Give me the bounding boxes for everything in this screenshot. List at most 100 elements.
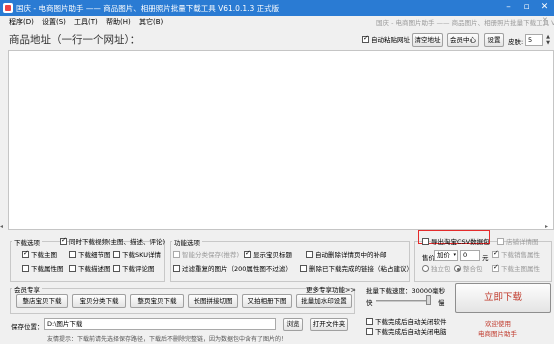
- review-image-label: 下载评论图: [122, 265, 155, 273]
- checkbox-icon: [422, 238, 429, 245]
- batch-watermark-button[interactable]: 批量加水印设置: [296, 294, 352, 308]
- window-title: 国庆 - 电商图片助手 —— 商品图片、相册照片批量下载工具 V61.0.1.3…: [16, 4, 280, 13]
- desc-image-label: 下载描述图: [78, 265, 111, 273]
- menu-help[interactable]: 帮助(H): [106, 17, 131, 27]
- detail-image-label: 下载细节图: [78, 251, 111, 259]
- settings-button[interactable]: 设置: [484, 33, 504, 47]
- auto-close-software-label: 下载完成后自动关闭软件: [375, 318, 447, 326]
- radio-icon: [454, 265, 461, 272]
- standalone-radio[interactable]: 独立包: [422, 265, 451, 274]
- title-bar: 国庆 - 电商图片助手 —— 商品图片、相册照片批量下载工具 V61.0.1.3…: [0, 0, 554, 16]
- more-features-link[interactable]: 更多专享功能>>: [306, 284, 356, 294]
- auto-shutdown-checkbox[interactable]: 下载完成后自动关闭电脑: [366, 328, 447, 337]
- url-textarea[interactable]: [8, 50, 554, 230]
- smart-classify-checkbox[interactable]: 智能分类保存(推荐): [173, 251, 239, 260]
- auto-delete-hints-checkbox[interactable]: 自动删除详情页中的补邮: [306, 251, 387, 260]
- scroll-left-icon[interactable]: ◂: [0, 223, 8, 230]
- feature-options-group: [170, 241, 410, 282]
- export-csv-checkbox[interactable]: 导出淘宝CSV数据包: [422, 238, 490, 247]
- filter-duplicates-checkbox[interactable]: 过滤重复的图片（200属性图不过滤）: [173, 265, 292, 274]
- scroll-right-icon[interactable]: ▸: [545, 223, 553, 230]
- youpai-album-button[interactable]: 又拍相册下图: [242, 294, 292, 308]
- checkbox-icon: [497, 238, 504, 245]
- sync-video-checkbox[interactable]: 同时下载视频(主图、描述、评论): [60, 236, 166, 247]
- price-unit: 元: [482, 254, 489, 262]
- delete-downloaded-checkbox[interactable]: 删除已下载完成的链接（粘占建议）: [300, 265, 413, 274]
- long-image-split-button[interactable]: 长图拼接切图: [188, 294, 238, 308]
- checkbox-icon: [366, 328, 373, 335]
- whole-page-download-button[interactable]: 整页宝贝下载: [130, 294, 184, 308]
- sku-detail-checkbox[interactable]: 下载SKU详情: [113, 251, 161, 260]
- dropdown-arrow-icon: ▾: [453, 252, 456, 258]
- member-tools-title: 会员专享: [12, 284, 42, 294]
- menu-program[interactable]: 程序(D): [9, 17, 34, 27]
- skin-spinner[interactable]: 5: [525, 34, 543, 46]
- app-logo-icon: [3, 3, 13, 13]
- save-location-label: 保存位置：: [11, 323, 44, 331]
- category-download-button[interactable]: 宝贝分类下载: [72, 294, 126, 308]
- checkbox-icon: [362, 34, 369, 43]
- sales-detail-checkbox[interactable]: 店铺详情图: [497, 238, 539, 247]
- checkbox-icon: [69, 251, 76, 258]
- attribute-image-checkbox[interactable]: 下载属性图: [22, 265, 64, 274]
- minimize-icon[interactable]: –: [500, 1, 517, 14]
- checkbox-icon: [300, 265, 307, 272]
- price-mode-select[interactable]: 加价 ▾: [434, 250, 458, 261]
- show-title-label: 显示宝贝标题: [253, 251, 292, 259]
- price-value: 0: [463, 251, 468, 259]
- checkbox-icon: [492, 249, 499, 258]
- promo-line2: 电商图片助手: [478, 330, 517, 338]
- ghost-close-icon: ✕: [542, 16, 548, 24]
- show-title-checkbox[interactable]: 显示宝贝标题: [244, 249, 292, 260]
- smart-classify-label: 智能分类保存(推荐): [182, 251, 240, 259]
- ghost-title: 国庆 - 电商图片助手 —— 商品图片、相册照片批量下载工具 V61: [376, 19, 554, 27]
- checkbox-icon: [173, 251, 180, 258]
- checkbox-icon: [113, 251, 120, 258]
- menu-tools[interactable]: 工具(T): [74, 17, 98, 27]
- main-image-label: 下载主图: [31, 251, 57, 259]
- main-attr-checkbox[interactable]: 下载主图属性: [492, 263, 540, 274]
- clear-url-button[interactable]: 清空地址: [412, 33, 443, 47]
- checkbox-icon: [22, 265, 29, 272]
- auto-shutdown-label: 下载完成后自动关闭电脑: [375, 328, 447, 336]
- auto-paste-checkbox[interactable]: 自动粘贴网址: [362, 34, 410, 45]
- close-icon[interactable]: ✕: [536, 1, 553, 14]
- checkbox-icon: [113, 265, 120, 272]
- skin-value: 5: [528, 36, 533, 44]
- radio-icon: [422, 265, 429, 272]
- auto-close-software-checkbox[interactable]: 下载完成后自动关闭软件: [366, 318, 447, 327]
- whole-store-download-button[interactable]: 整店宝贝下载: [16, 294, 68, 308]
- detail-image-checkbox[interactable]: 下载细节图: [69, 251, 111, 260]
- price-input[interactable]: 0: [460, 250, 480, 261]
- open-folder-button[interactable]: 打开文件夹: [310, 318, 348, 331]
- filter-duplicates-label: 过滤重复的图片（200属性图不过滤）: [182, 265, 292, 273]
- skin-stepper-icon[interactable]: ▲ ▼: [544, 34, 552, 46]
- desc-image-checkbox[interactable]: 下载描述图: [69, 265, 111, 274]
- member-center-button[interactable]: 会员中心: [447, 33, 479, 47]
- feature-options-title: 功能选项: [172, 237, 202, 247]
- checkbox-icon: [22, 249, 29, 258]
- download-options-group: [10, 241, 165, 282]
- sales-attr-checkbox[interactable]: 下载销售属性: [492, 249, 540, 260]
- main-image-checkbox[interactable]: 下载主图: [22, 249, 57, 260]
- sales-detail-label: 店铺详情图: [506, 238, 539, 246]
- start-download-button[interactable]: 立即下载: [455, 283, 551, 313]
- review-image-checkbox[interactable]: 下载评论图: [113, 265, 155, 274]
- sync-video-label: 同时下载视频(主图、描述、评论): [69, 238, 166, 246]
- main-attr-label: 下载主图属性: [501, 265, 540, 273]
- standalone-label: 独立包: [431, 265, 451, 273]
- menu-other[interactable]: 其它(B): [139, 17, 163, 27]
- auto-delete-hints-label: 自动删除详情页中的补邮: [315, 251, 387, 259]
- speed-label: 批量下载速度：30000毫秒: [366, 287, 446, 295]
- browse-button[interactable]: 浏览: [283, 318, 303, 331]
- merge-radio[interactable]: 整合包: [454, 265, 483, 274]
- attribute-image-label: 下载属性图: [31, 265, 64, 273]
- menu-settings[interactable]: 设置(S): [42, 17, 66, 27]
- skin-label: 皮肤:: [508, 38, 524, 46]
- maximize-icon[interactable]: ▫: [518, 1, 535, 14]
- speed-slider-track[interactable]: [376, 300, 430, 302]
- speed-slider-handle[interactable]: [426, 295, 431, 305]
- save-path-input[interactable]: D:\图片下载: [44, 318, 276, 330]
- export-csv-label: 导出淘宝CSV数据包: [431, 238, 490, 246]
- checkbox-icon: [306, 251, 313, 258]
